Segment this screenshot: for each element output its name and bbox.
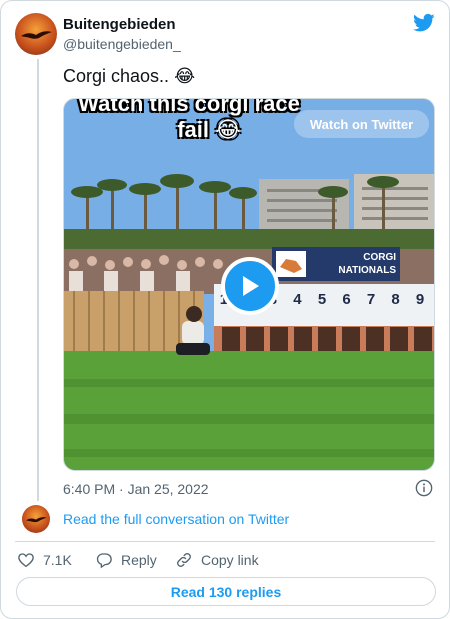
- author-handle[interactable]: @buitengebieden_: [63, 36, 181, 52]
- embedded-tweet-card: Buitengebieden @buitengebieden_ Corgi ch…: [0, 0, 450, 619]
- play-icon: [243, 276, 259, 296]
- link-icon: [177, 553, 191, 567]
- watch-on-twitter-button[interactable]: Watch on Twitter: [294, 110, 429, 138]
- corgi-nationals-sign: CORGI NATIONALS: [276, 251, 396, 277]
- thread-line: [37, 59, 39, 501]
- author-display-name[interactable]: Buitengebieden: [63, 16, 176, 33]
- play-button[interactable]: [221, 257, 279, 315]
- video-caption-overlay: Watch this corgi race fail 😂: [64, 98, 314, 143]
- info-icon[interactable]: [415, 479, 433, 497]
- reply-icon: [96, 553, 112, 569]
- reply-label: Reply: [121, 552, 157, 568]
- caption-line-2: fail 😂: [177, 117, 241, 142]
- tweet-body: Corgi chaos..: [63, 66, 170, 86]
- bird-silhouette-icon: [26, 517, 47, 523]
- copy-link-label: Copy link: [201, 552, 259, 568]
- tweet-text: Corgi chaos.. 😂: [63, 66, 195, 87]
- sign-line-1: CORGI: [363, 252, 396, 263]
- heart-icon: [18, 553, 34, 568]
- like-count: 7.1K: [43, 552, 72, 568]
- caption-line-1: Watch this corgi race: [78, 98, 300, 116]
- tweet-timestamp[interactable]: 6:40 PM · Jan 25, 2022: [63, 481, 209, 497]
- video-thumbnail[interactable]: Watch this corgi race fail 😂 Watch on Tw…: [63, 98, 435, 471]
- copy-link-button[interactable]: Copy link: [175, 549, 259, 571]
- like-button[interactable]: 7.1K: [17, 549, 72, 571]
- laughing-emoji: 😂: [174, 66, 196, 86]
- read-replies-button[interactable]: Read 130 replies: [16, 577, 436, 606]
- conversation-avatar[interactable]: [22, 505, 50, 533]
- read-full-conversation-link[interactable]: Read the full conversation on Twitter: [63, 511, 289, 527]
- twitter-bird-icon[interactable]: [413, 13, 435, 33]
- divider: [15, 541, 435, 542]
- reply-button[interactable]: Reply: [95, 549, 157, 571]
- author-avatar[interactable]: [15, 13, 57, 55]
- bird-silhouette-icon: [21, 31, 52, 39]
- sign-line-2: NATIONALS: [338, 265, 396, 276]
